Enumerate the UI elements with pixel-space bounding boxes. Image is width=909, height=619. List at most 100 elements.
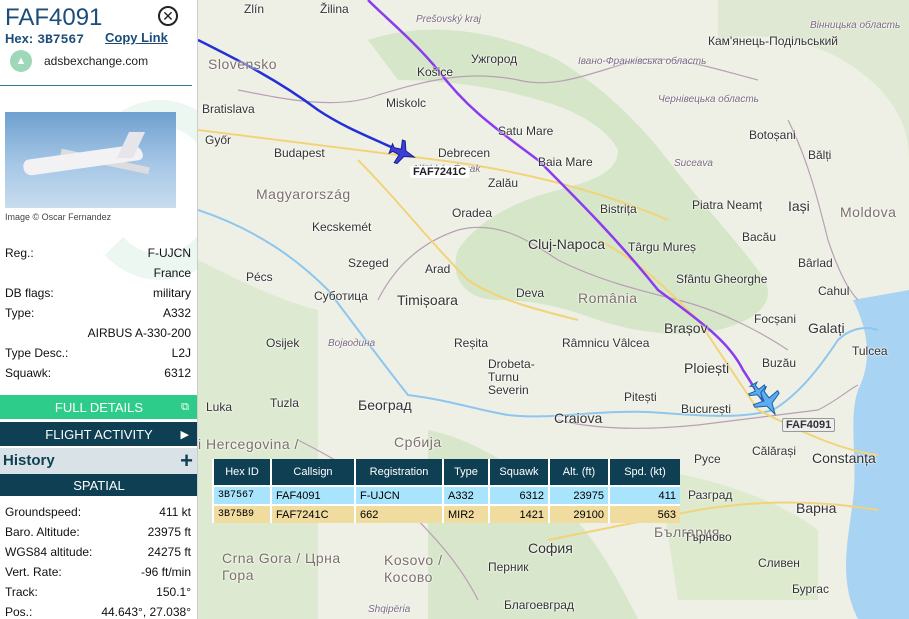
map-label: Galați xyxy=(808,320,845,336)
map-label: Bistrița xyxy=(600,202,637,216)
column-header[interactable]: Callsign xyxy=(270,459,354,485)
table-row[interactable]: 3B7567 FAF4091 F-UJCN A332 6312 23975 41… xyxy=(212,485,680,504)
map-label: Суботица xyxy=(314,289,368,303)
external-link-icon: ⧉ xyxy=(181,400,189,413)
history-toggle[interactable]: History + xyxy=(0,448,197,474)
map-base xyxy=(198,0,909,619)
table-cell: 3B7567 xyxy=(212,485,270,504)
map-label: Shqipëria xyxy=(368,604,411,615)
map-label: Košice xyxy=(417,65,454,79)
map-label: Kecskemét xyxy=(312,220,372,234)
map-label: Constanța xyxy=(812,450,876,466)
map-label: Варна xyxy=(796,500,837,516)
map-view[interactable]: Zlín Žilina Prešovský kraj Кам'янець-Под… xyxy=(198,0,909,619)
map-label: Reșita xyxy=(454,336,489,350)
table-cell: MIR2 xyxy=(442,504,488,523)
map-label: Buzău xyxy=(762,356,797,370)
map-label: Suceava xyxy=(674,158,713,169)
aircraft-table: Hex ID Callsign Registration Type Squawk… xyxy=(212,459,680,523)
map-label: Bârlad xyxy=(798,256,833,270)
aircraft-photo[interactable] xyxy=(5,112,176,208)
map-label: Бургас xyxy=(792,582,829,596)
info-row: Vert. Rate: -96 ft/min xyxy=(5,565,191,581)
map-label: Magyarország xyxy=(256,186,351,202)
map-label: Вінницька область xyxy=(810,20,901,31)
info-key: DB flags: xyxy=(5,286,54,300)
table-cell: 29100 xyxy=(548,504,608,523)
column-header[interactable]: Alt. (ft) xyxy=(548,459,608,485)
map-label: Pécs xyxy=(246,270,273,284)
info-value: AIRBUS A-330-200 xyxy=(87,326,191,340)
table-cell: F-UJCN xyxy=(354,485,442,504)
info-key: Baro. Altitude: xyxy=(5,525,80,539)
map-label: Bratislava xyxy=(202,102,255,116)
column-header[interactable]: Squawk xyxy=(488,459,548,485)
aircraft-tag-faf7241c[interactable]: FAF7241C xyxy=(410,166,470,178)
column-header[interactable]: Registration xyxy=(354,459,442,485)
map-label: Ploiești xyxy=(684,360,730,376)
info-key: Squawk: xyxy=(5,366,52,380)
map-label: Ужгород xyxy=(471,52,518,66)
map-label: Deva xyxy=(516,286,545,300)
copy-link[interactable]: Copy Link xyxy=(105,30,168,45)
info-value: 150.1° xyxy=(156,585,191,599)
full-details-button[interactable]: FULL DETAILS ⧉ xyxy=(0,395,197,419)
info-key: WGS84 altitude: xyxy=(5,545,93,559)
map-label: Focșani xyxy=(754,312,797,326)
info-row: Squawk: 6312 xyxy=(5,366,191,382)
info-row: Groundspeed: 411 kt xyxy=(5,505,191,521)
full-details-label: FULL DETAILS xyxy=(54,399,144,415)
map-label: Кам'янець-Подільський xyxy=(708,34,838,48)
map-label: Благоевград xyxy=(504,598,574,612)
map-label: Івано-Франківська область xyxy=(578,56,707,67)
map-label: Satu Mare xyxy=(498,124,554,138)
column-header[interactable]: Spd. (kt) xyxy=(608,459,680,485)
column-header[interactable]: Hex ID xyxy=(212,459,270,485)
map-label: i Hercegovina / xyxy=(198,436,299,452)
map-label: Београд xyxy=(358,397,412,413)
info-row: AIRBUS A-330-200 xyxy=(5,326,191,342)
info-value: L2J xyxy=(171,346,191,360)
spatial-section-header: SPATIAL xyxy=(0,474,197,496)
table-cell: A332 xyxy=(442,485,488,504)
info-value: France xyxy=(153,266,191,280)
table-cell: 563 xyxy=(608,504,680,523)
flight-activity-button[interactable]: FLIGHT ACTIVITY ▶ xyxy=(0,422,197,446)
map-label: Brașov xyxy=(664,320,708,336)
close-icon[interactable]: ✕ xyxy=(158,6,178,26)
map-label: Craiova xyxy=(554,410,603,426)
map-label: Târgu Mureș xyxy=(628,240,697,254)
map-label: Сливен xyxy=(758,556,800,570)
map-label: София xyxy=(528,540,573,556)
map-label: Pitești xyxy=(624,390,657,404)
info-key: Type: xyxy=(5,306,35,320)
table-cell: 411 xyxy=(608,485,680,504)
info-value: military xyxy=(153,286,191,300)
hex-value: 3B7567 xyxy=(37,32,84,47)
site-row[interactable]: ▲ adsbexchange.com xyxy=(10,50,148,72)
site-text[interactable]: adsbexchange.com xyxy=(44,54,148,68)
map-label: Baia Mare xyxy=(538,155,593,169)
divider xyxy=(0,85,192,86)
map-label: București xyxy=(681,402,732,416)
map-label: Győr xyxy=(205,133,232,147)
map-label: Tuzla xyxy=(270,396,299,410)
table-row[interactable]: 3B75B9 FAF7241C 662 MIR2 1421 29100 563 xyxy=(212,504,680,523)
info-key: Reg.: xyxy=(5,246,34,260)
info-value: -96 ft/min xyxy=(140,565,191,579)
map-label: Sfântu Gheorghe xyxy=(676,272,768,286)
map-label: Војводина xyxy=(328,338,376,349)
info-key: Pos.: xyxy=(5,605,33,619)
map-label: Crna Gora / Црна Гора xyxy=(222,550,341,583)
table-header-row: Hex ID Callsign Registration Type Squawk… xyxy=(212,459,680,485)
hex-line: Hex: 3B7567 xyxy=(5,31,84,47)
map-label: Prešovský kraj xyxy=(416,14,482,25)
map-label: România xyxy=(578,290,638,306)
column-header[interactable]: Type xyxy=(442,459,488,485)
table-cell: FAF4091 xyxy=(270,485,354,504)
aircraft-tag-faf4091[interactable]: FAF4091 xyxy=(782,418,836,432)
map-label: Debrecen xyxy=(438,146,491,160)
map-label: Moldova xyxy=(840,204,897,220)
table-cell: 662 xyxy=(354,504,442,523)
history-label: History xyxy=(3,452,55,469)
